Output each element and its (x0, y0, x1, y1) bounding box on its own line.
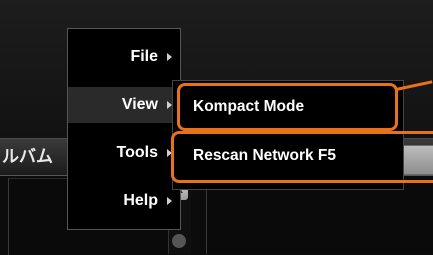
menu-item-tools[interactable]: Tools (68, 135, 180, 171)
menu-item-label: Help (123, 192, 158, 209)
chevron-right-icon (167, 53, 172, 61)
scroll-thumb[interactable] (172, 234, 186, 248)
main-menu: File View Tools Help (67, 28, 181, 230)
menu-item-label: View (121, 96, 158, 113)
menu-item-label: Tools (116, 144, 158, 161)
menu-item-view[interactable]: View (68, 87, 180, 123)
highlight-box-kompact (177, 83, 398, 131)
menu-item-help[interactable]: Help (68, 183, 180, 219)
chevron-right-icon (167, 197, 172, 205)
highlight-box-rescan (171, 131, 433, 183)
menu-item-label: File (130, 48, 158, 65)
menu-item-file[interactable]: File (68, 39, 180, 75)
